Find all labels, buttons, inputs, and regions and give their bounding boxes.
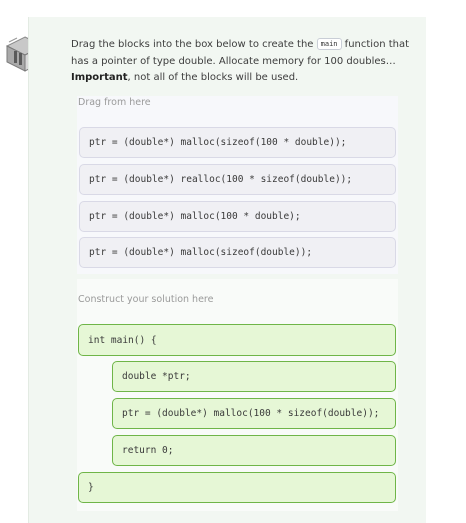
solution-block-return[interactable]: return 0;	[112, 435, 396, 466]
main-code-chip: main	[316, 38, 342, 50]
important-label: Important	[71, 72, 128, 83]
solution-block-main-close[interactable]: }	[78, 472, 396, 503]
instruction-text-1: Drag the blocks into the box below to cr…	[71, 39, 317, 50]
source-block-2[interactable]: ptr = (double*) realloc(100 * sizeof(dou…	[79, 164, 396, 195]
instruction-text-3: , not all of the blocks will be used.	[127, 72, 299, 83]
solution-zone-label: Construct your solution here	[78, 294, 214, 305]
instructions: Drag the blocks into the box below to cr…	[71, 36, 411, 87]
source-block-4[interactable]: ptr = (double*) malloc(sizeof(double));	[79, 237, 396, 268]
solution-block-declare[interactable]: double *ptr;	[112, 361, 396, 392]
source-block-3[interactable]: ptr = (double*) malloc(100 * double);	[79, 201, 396, 232]
solution-block-main-open[interactable]: int main() {	[78, 324, 396, 356]
solution-block-malloc[interactable]: ptr = (double*) malloc(100 * sizeof(doub…	[112, 398, 396, 429]
source-zone-label: Drag from here	[78, 97, 151, 108]
source-block-1[interactable]: ptr = (double*) malloc(sizeof(100 * doub…	[79, 127, 396, 158]
